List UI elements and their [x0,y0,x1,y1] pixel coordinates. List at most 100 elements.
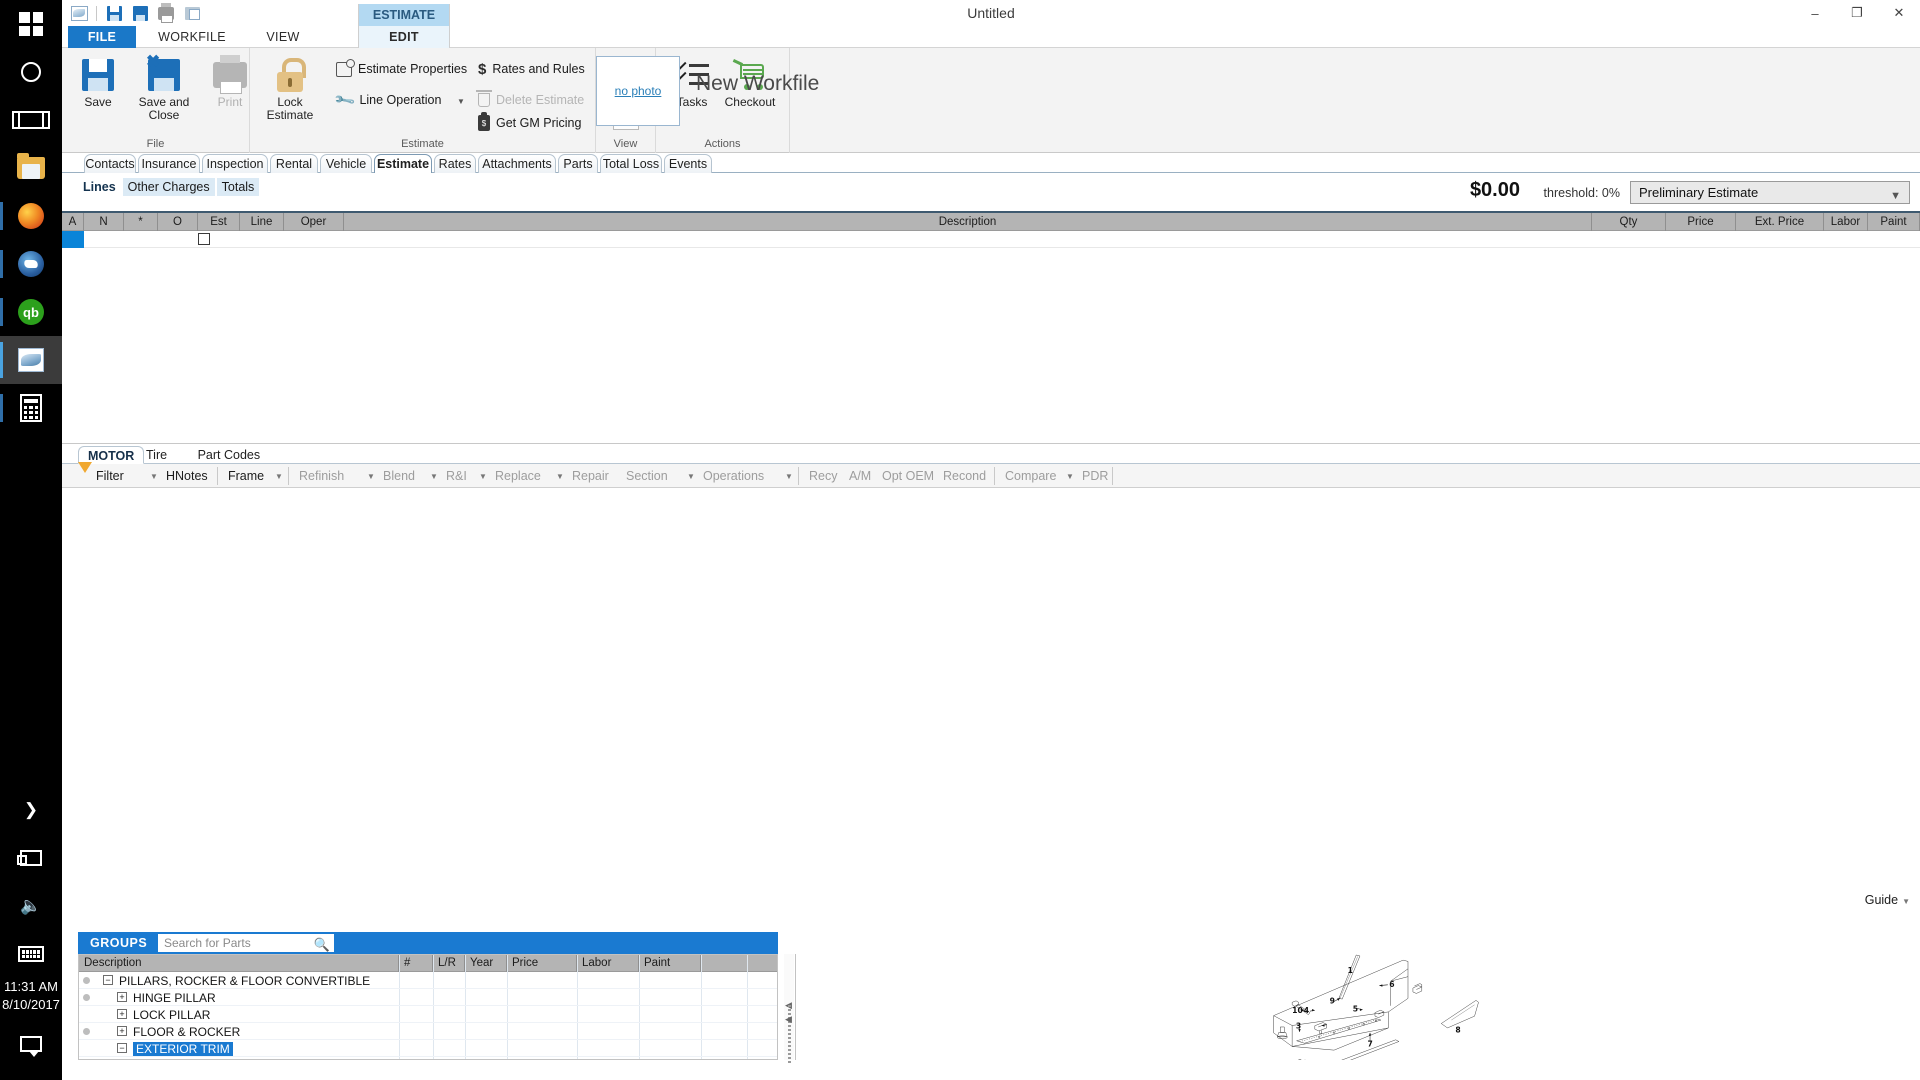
workfile-tab-rental[interactable]: Rental [270,154,318,173]
lines-column-paint[interactable]: Paint [1868,213,1920,231]
lock-estimate-button[interactable]: Lock Estimate [260,54,320,122]
restore-button[interactable]: ❐ [1836,0,1878,26]
parts-tree-row[interactable]: + HINGE PILLAR [79,989,777,1006]
toolbar-hnotes[interactable]: HNotes [166,466,208,486]
ribbon-tab-workfile[interactable]: WORKFILE [144,26,240,48]
minimize-button[interactable]: – [1794,0,1836,26]
parts-tree-row[interactable]: − PILLARS, ROCKER & FLOOR CONVERTIBLE [79,972,777,989]
lines-column-price[interactable]: Price [1666,213,1736,231]
audatex-app-icon[interactable] [0,336,62,384]
parts-column-l-r[interactable]: L/R [433,955,465,972]
quickbooks-icon[interactable]: qb [0,288,62,336]
cortana-circle-icon[interactable] [0,48,62,96]
lines-column-ext-price[interactable]: Ext. Price [1736,213,1824,231]
lines-column-description[interactable]: Description [344,213,1592,231]
save-and-close-button[interactable]: ✖ Save and Close [134,53,194,122]
firefox-icon[interactable] [0,192,62,240]
row-selector-cell[interactable] [62,231,84,248]
parts-tree-row[interactable]: + FLOOR & ROCKER [79,1023,777,1040]
parts-column--[interactable]: # [399,955,433,972]
motor-tab-part-codes[interactable]: Part Codes [189,446,270,464]
estimate-properties-button[interactable]: Estimate Properties [336,58,467,80]
parts-tree-row[interactable]: + LOCK PILLAR [79,1006,777,1023]
row-checkbox[interactable] [198,233,210,245]
chevron-down-icon[interactable]: ▼ [479,472,487,481]
calculator-icon[interactable] [0,384,62,432]
workfile-tab-estimate[interactable]: Estimate [374,154,432,173]
parts-tree-panel[interactable]: Description # L/R Year Price Labor Paint − PILL… [78,954,778,1060]
chevron-down-icon[interactable]: ▼ [275,472,283,481]
lines-grid-empty-row[interactable] [62,231,1920,248]
parts-column-year[interactable]: Year [465,955,507,972]
keyboard-icon[interactable] [0,930,62,978]
search-parts-input[interactable]: Search for Parts 🔍 [158,934,334,952]
parts-column-labor[interactable]: Labor [577,955,639,972]
funnel-icon[interactable] [78,462,92,490]
chevron-down-icon[interactable]: ▼ [150,472,158,481]
ribbon-tab-edit[interactable]: EDIT [358,26,450,48]
file-explorer-icon[interactable] [0,144,62,192]
collapse-icon[interactable]: − [117,1043,127,1053]
subtab-other-charges[interactable]: Other Charges [122,178,215,196]
no-photo-link[interactable]: no photo [615,84,662,98]
parts-column-price[interactable]: Price [507,955,577,972]
task-view-icon[interactable] [0,96,62,144]
lines-column-est[interactable]: Est [198,213,240,231]
workfile-tab-events[interactable]: Events [664,154,712,173]
toolbar-frame[interactable]: Frame [228,466,264,486]
save-button[interactable]: Save [68,54,128,109]
chevron-down-icon[interactable]: ▼ [687,472,695,481]
lines-column--[interactable]: * [124,213,158,231]
parts-column-paint[interactable]: Paint [639,955,701,972]
panel-splitter[interactable]: ◀ ◀ [784,954,794,1065]
ribbon-tab-view[interactable]: VIEW [252,26,314,48]
collapse-icon[interactable]: − [103,975,113,985]
thunderbird-icon[interactable] [0,240,62,288]
parts-tree-row[interactable]: − EXTERIOR TRIM [79,1040,777,1057]
motor-tab-tire[interactable]: Tire [137,446,176,464]
action-center-icon[interactable] [0,1020,62,1068]
workfile-tab-inspection[interactable]: Inspection [202,154,268,173]
volume-icon[interactable]: 🔈 [0,882,62,930]
estimate-lines-grid[interactable]: A N * O Est Line Oper Description Qty Price Ext. P… [62,213,1920,413]
splitter-collapse-right-icon[interactable]: ◀ [785,1014,792,1025]
line-operation-button[interactable]: 🔧 Line Operation [333,88,442,111]
rocker-panel-exploded-diagram[interactable]: 1 2 3 4 5 6 7 8 9 10 [795,954,1914,1060]
workfile-tab-contacts[interactable]: Contacts [84,154,136,173]
lines-column-labor[interactable]: Labor [1824,213,1868,231]
close-button[interactable]: ✕ [1878,0,1920,26]
expand-icon[interactable]: + [117,1026,127,1036]
ribbon-tab-file[interactable]: FILE [68,26,136,48]
windows-start-icon[interactable] [0,0,62,48]
chevron-down-icon[interactable]: ▼ [785,472,793,481]
photo-placeholder[interactable]: no photo [596,56,680,126]
lines-column-n[interactable]: N [84,213,124,231]
toolbar-filter[interactable]: Filter [96,466,124,486]
search-icon[interactable]: 🔍 [314,936,330,953]
chevron-down-icon[interactable]: ▼ [556,472,564,481]
line-operation-dropdown-icon[interactable]: ▼ [455,91,467,111]
parts-tree-row[interactable]: Rocker molding 1 R 16-17274.87 1.2 1.7 [79,1057,777,1059]
chevron-down-icon[interactable]: ▼ [1066,472,1074,481]
rates-and-rules-button[interactable]: $ Rates and Rules [478,58,585,80]
lines-column-a[interactable]: A [62,213,84,231]
expand-icon[interactable]: + [117,1009,127,1019]
estimate-type-select[interactable]: Preliminary Estimate ▼ [1630,181,1910,204]
workfile-tab-total-loss[interactable]: Total Loss [600,154,662,173]
chevron-up-icon[interactable]: ❯ [0,786,62,834]
parts-column-description[interactable]: Description [79,955,399,972]
subtab-lines[interactable]: Lines [78,178,121,196]
lines-column-o[interactable]: O [158,213,198,231]
subtab-totals[interactable]: Totals [216,178,260,196]
workfile-tab-parts[interactable]: Parts [558,154,598,173]
get-gm-pricing-button[interactable]: $ Get GM Pricing [478,112,581,134]
chevron-down-icon[interactable]: ▼ [367,472,375,481]
workfile-tab-attachments[interactable]: Attachments [478,154,556,173]
network-icon[interactable] [0,834,62,882]
lines-column-oper[interactable]: Oper [284,213,344,231]
guide-button[interactable]: Guide ▼ [1865,893,1910,907]
lines-column-line[interactable]: Line [240,213,284,231]
chevron-down-icon[interactable]: ▼ [430,472,438,481]
taskbar-clock[interactable]: 11:31 AM 8/10/2017 [2,978,60,1020]
workfile-tab-rates[interactable]: Rates [434,154,476,173]
